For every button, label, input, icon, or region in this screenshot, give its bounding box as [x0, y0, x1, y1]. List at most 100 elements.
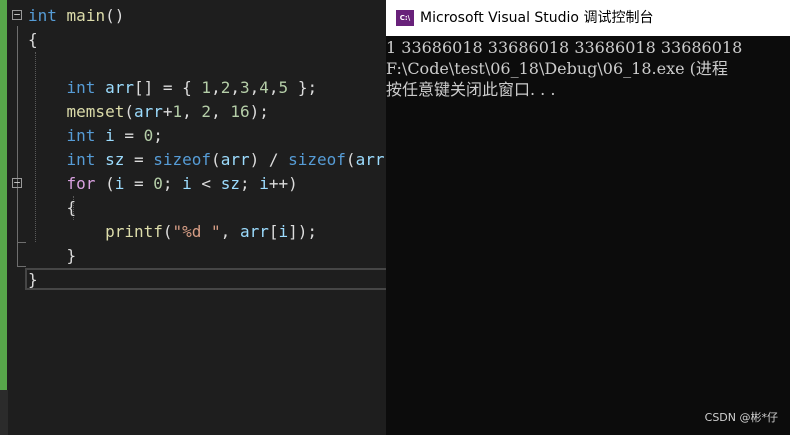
code-token: ( [345, 150, 356, 169]
code-token: , [230, 78, 240, 97]
code-token: i [182, 174, 192, 193]
code-token: } [28, 246, 77, 265]
code-token: }; [288, 78, 318, 97]
code-line-text: int sz = sizeof(arr) / sizeof(arr[0]); [28, 148, 386, 172]
code-line[interactable]: − int main() [0, 4, 386, 28]
code-token: sizeof [288, 150, 346, 169]
code-token: ++) [268, 174, 298, 193]
code-token: ( [95, 174, 115, 193]
code-token: 1 [201, 78, 212, 97]
fold-toggle-icon[interactable]: − [12, 9, 22, 20]
code-line-text: for (i = 0; i < sz; i++) [28, 172, 298, 196]
code-token: int [66, 150, 96, 169]
code-token: , [211, 102, 231, 121]
code-token: ]); [288, 222, 318, 241]
code-token: < [191, 174, 221, 193]
code-line[interactable]: { [0, 28, 386, 52]
code-token: arr [355, 150, 385, 169]
current-line-highlight [25, 268, 386, 290]
code-token: 2 [220, 78, 231, 97]
console-output-line: 1 33686018 33686018 33686018 33686018 [386, 38, 743, 57]
code-token: main [66, 6, 106, 25]
code-line[interactable]: { [0, 196, 386, 220]
code-token: + [162, 102, 173, 121]
code-line[interactable]: int i = 0; [0, 124, 386, 148]
code-line-text: printf("%d ", arr[i]); [28, 220, 317, 244]
code-line[interactable]: int arr[] = { 1,2,3,4,5 }; [0, 76, 386, 100]
code-token: ( [211, 150, 221, 169]
code-token: , [182, 102, 202, 121]
code-token: { [28, 30, 38, 49]
code-line[interactable]: − for (i = 0; i < sz; i++) [0, 172, 386, 196]
code-token: int [28, 6, 57, 25]
code-token: arr [133, 102, 163, 121]
code-token: i [105, 126, 115, 145]
code-token: 16 [230, 102, 250, 121]
console-output-line: 按任意键关闭此窗口. . . [386, 80, 556, 99]
code-line-text: int main() [28, 4, 124, 28]
code-token: int [66, 126, 96, 145]
code-token: ( [162, 222, 173, 241]
code-line[interactable]: printf("%d ", arr[i]); [0, 220, 386, 244]
code-token: ) / [249, 150, 289, 169]
code-token: , [211, 78, 221, 97]
code-token: i [278, 222, 289, 241]
code-token: ; [162, 174, 183, 193]
visual-studio-console-icon: C:\ [396, 10, 414, 26]
code-line-text: { [28, 28, 38, 52]
console-output: 1 33686018 33686018 33686018 33686018 F:\… [386, 37, 790, 100]
code-line-text: int i = 0; [28, 124, 163, 148]
code-editor[interactable]: − int main(){ int arr[] = { 1,2,3,4,5 }; … [0, 0, 386, 435]
editor-margin [0, 390, 8, 435]
code-line[interactable]: } [0, 244, 386, 268]
code-token: arr [105, 78, 134, 97]
code-token: ( [124, 102, 134, 121]
watermark: CSDN @彬*仔 [704, 411, 778, 424]
fold-toggle-icon[interactable]: − [12, 177, 22, 188]
code-token: printf [105, 222, 163, 241]
code-token: = [124, 174, 154, 193]
code-line-text: } [28, 244, 77, 268]
code-token: 4 [259, 78, 269, 97]
code-token: ; [239, 174, 260, 193]
code-token: () [105, 6, 125, 25]
code-token: int [66, 78, 96, 97]
code-token: sz [220, 174, 240, 193]
console-titlebar[interactable]: C:\ Microsoft Visual Studio 调试控制台 [386, 0, 790, 36]
code-line-text: memset(arr+1, 2, 16); [28, 100, 269, 124]
code-line-text: int arr[] = { 1,2,3,4,5 }; [28, 76, 318, 100]
code-token: memset [66, 102, 125, 121]
code-token: 1 [172, 102, 183, 121]
code-token: { [28, 198, 77, 217]
code-token: sz [105, 150, 125, 169]
code-line[interactable] [0, 52, 386, 76]
code-line[interactable]: int sz = sizeof(arr) / sizeof(arr[0]); [0, 148, 386, 172]
console-output-line: F:\Code\test\06_18\Debug\06_18.exe (进程 [386, 59, 728, 78]
code-token: sizeof [153, 150, 212, 169]
code-line-text: { [28, 196, 77, 220]
code-token: 5 [278, 78, 289, 97]
code-line[interactable]: memset(arr+1, 2, 16); [0, 100, 386, 124]
code-token: for [66, 174, 96, 193]
debug-console-window[interactable]: C:\ Microsoft Visual Studio 调试控制台 1 3368… [386, 0, 790, 435]
code-token: 2 [201, 102, 212, 121]
code-token: i [259, 174, 269, 193]
code-token: = [124, 150, 154, 169]
code-token: = [114, 126, 144, 145]
code-lines[interactable]: − int main(){ int arr[] = { 1,2,3,4,5 }; … [0, 4, 386, 292]
code-token: 3 [239, 78, 250, 97]
code-token: , [220, 222, 240, 241]
code-token: i [114, 174, 125, 193]
code-token: 0 [143, 126, 154, 145]
code-token: ; [153, 126, 163, 145]
code-token: , [268, 78, 279, 97]
